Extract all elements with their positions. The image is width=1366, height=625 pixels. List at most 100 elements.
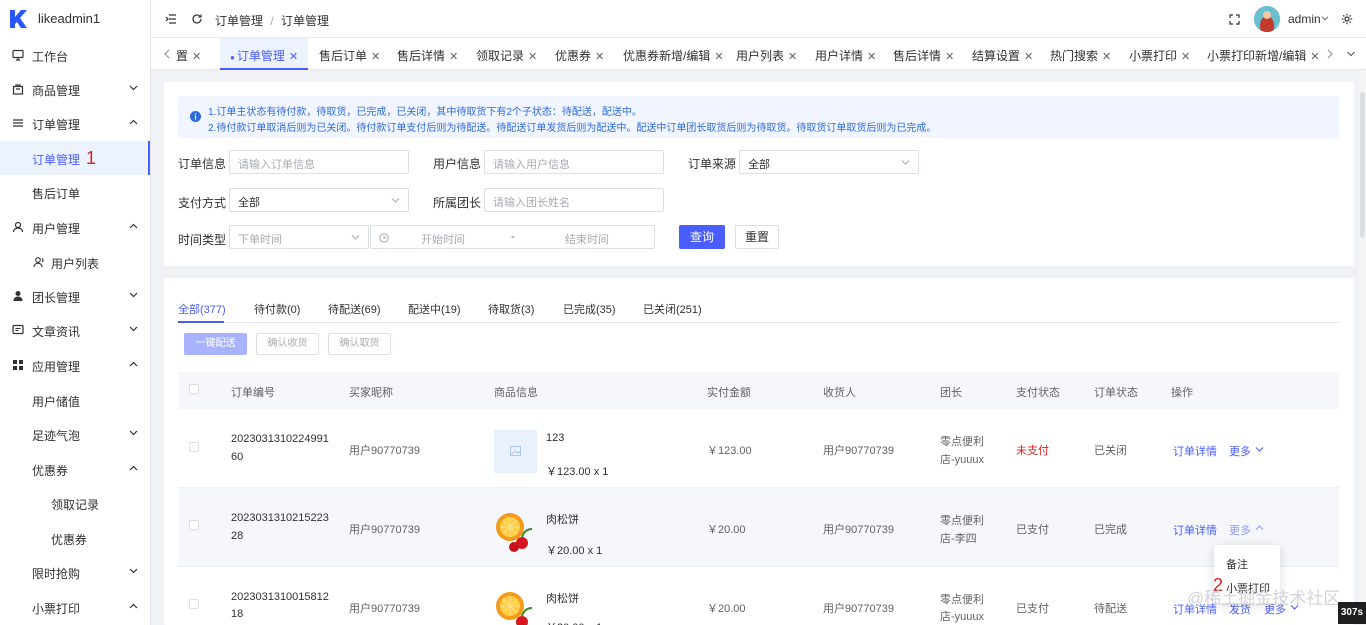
menu-item-remark[interactable]: 备注	[1226, 556, 1248, 572]
sidebar-item-coupons[interactable]: 优惠券	[0, 452, 150, 486]
settings-gear-icon[interactable]	[1341, 13, 1353, 25]
status-tab-unpaid[interactable]: 待付款(0)	[254, 301, 300, 317]
query-button[interactable]: 查询	[679, 225, 725, 249]
sidebar-item-label: 文章资讯	[32, 325, 81, 339]
user-info-input[interactable]: 请输入用户信息	[484, 150, 664, 174]
pay-method-select[interactable]: 全部	[229, 188, 409, 212]
sidebar-item-users[interactable]: 用户管理	[0, 210, 150, 244]
fullscreen-icon[interactable]	[1229, 14, 1240, 25]
close-icon[interactable]: ✕	[1181, 50, 1190, 63]
sidebar-item-orders[interactable]: 订单管理	[0, 106, 150, 140]
status-tab-delivering[interactable]: 配送中(19)	[408, 301, 461, 317]
monitor-icon	[12, 49, 24, 61]
tab-hot-search[interactable]: 热门搜索 ✕	[1050, 38, 1111, 70]
sidebar-item-leaders[interactable]: 团长管理	[0, 279, 150, 313]
confirm-receipt-button[interactable]: 确认收货	[256, 333, 319, 355]
collapse-menu-icon[interactable]	[165, 13, 177, 25]
close-icon[interactable]: ✕	[714, 50, 723, 63]
close-icon[interactable]: ✕	[945, 50, 954, 63]
leader: 零点便利	[940, 436, 984, 448]
sidebar-item-products[interactable]: 商品管理	[0, 72, 150, 106]
close-icon[interactable]: ✕	[1024, 50, 1033, 63]
avatar[interactable]	[1254, 6, 1280, 32]
logo[interactable]: likeadmin1	[0, 0, 150, 38]
sidebar-item-apps[interactable]: 应用管理	[0, 348, 150, 382]
leader-input[interactable]: 请输入团长姓名	[484, 188, 664, 212]
sidebar-item-footprint[interactable]: 足迹气泡	[0, 417, 150, 451]
sidebar-item-user-list[interactable]: 用户列表	[0, 245, 150, 279]
scrollbar-thumb[interactable]	[1360, 92, 1365, 238]
close-icon[interactable]: ✕	[867, 50, 876, 63]
chevron-down-icon[interactable]	[1346, 51, 1356, 57]
tab-coupon-edit[interactable]: 优惠券新增/编辑 ✕	[623, 38, 724, 70]
sidebar-item-flash-sale[interactable]: 限时抢购	[0, 555, 150, 589]
sidebar-item-coupon-list[interactable]: 优惠券	[0, 521, 150, 555]
confirm-pickup-button[interactable]: 确认取货	[328, 333, 391, 355]
close-icon[interactable]: ✕	[289, 50, 298, 63]
close-icon[interactable]: ✕	[449, 50, 458, 63]
tab-receipt-print[interactable]: 小票打印 ✕	[1129, 38, 1190, 70]
sidebar-item-user-balance[interactable]: 用户储值	[0, 383, 150, 417]
close-icon[interactable]: ✕	[788, 50, 797, 63]
sidebar-item-label: 应用管理	[32, 360, 81, 374]
username[interactable]: admin	[1288, 12, 1321, 26]
date-range-picker[interactable]: 开始时间 - 结束时间	[370, 225, 655, 249]
tab-receipt-print-edit[interactable]: 小票打印新增/编辑 ✕	[1207, 38, 1320, 70]
sidebar-item-claim-records[interactable]: 领取记录	[0, 486, 150, 520]
order-info-input[interactable]: 请输入订单信息	[229, 150, 409, 174]
tab-coupons[interactable]: 优惠券 ✕	[555, 38, 604, 70]
tab-user-list[interactable]: 用户列表 ✕	[736, 38, 797, 70]
order-detail-link[interactable]: 订单详情	[1173, 443, 1217, 459]
status-tab-to-deliver[interactable]: 待配送(69)	[328, 301, 381, 317]
status-tab-completed[interactable]: 已完成(35)	[563, 301, 616, 317]
more-dropdown[interactable]: 更多	[1229, 522, 1251, 538]
close-icon[interactable]: ✕	[528, 50, 537, 63]
tab-settings[interactable]: 设置✕	[176, 38, 216, 70]
close-icon[interactable]: ✕	[595, 50, 604, 63]
order-source-select[interactable]: 全部	[739, 150, 919, 174]
select-value: 全部	[748, 159, 770, 171]
tab-settlement-settings[interactable]: 结算设置 ✕	[972, 38, 1033, 70]
close-icon[interactable]: ✕	[192, 50, 201, 63]
row-checkbox[interactable]	[189, 599, 199, 609]
end-date[interactable]: 结束时间	[565, 231, 609, 247]
sidebar-item-dashboard[interactable]: 工作台	[0, 38, 150, 72]
sidebar-item-order-management[interactable]: 订单管理	[0, 141, 150, 175]
tab-label: 售后订单	[319, 49, 368, 63]
row-checkbox[interactable]	[189, 442, 199, 452]
status-tab-closed[interactable]: 已关闭(251)	[643, 301, 702, 317]
time-type-select[interactable]: 下单时间	[229, 225, 369, 249]
tab-label: 设置	[176, 49, 189, 63]
tab-after-sales-detail-2[interactable]: 售后详情 ✕	[893, 38, 954, 70]
chevron-up-icon	[129, 465, 138, 471]
sidebar-item-receipt-print[interactable]: 小票打印	[0, 590, 150, 624]
tab-after-sales-detail[interactable]: 售后详情 ✕	[397, 38, 458, 70]
pay-status: 已支付	[1016, 603, 1049, 615]
breadcrumb-item[interactable]: 订单管理	[215, 14, 263, 28]
more-dropdown[interactable]: 更多	[1229, 443, 1251, 459]
start-date[interactable]: 开始时间	[421, 231, 465, 247]
chevron-down-icon[interactable]	[1321, 16, 1329, 21]
tab-claim-records[interactable]: 领取记录 ✕	[476, 38, 537, 70]
order-info-label: 订单信息	[178, 157, 227, 171]
sidebar-item-articles[interactable]: 文章资讯	[0, 313, 150, 347]
reset-button[interactable]: 重置	[735, 225, 779, 249]
sidebar-item-label: 订单管理	[32, 118, 81, 132]
sidebar-item-after-sales[interactable]: 售后订单	[0, 175, 150, 209]
tab-order-management[interactable]: ● 订单管理 ✕	[220, 38, 309, 70]
tab-user-detail[interactable]: 用户详情 ✕	[815, 38, 876, 70]
select-all-checkbox[interactable]	[189, 384, 199, 394]
batch-deliver-button[interactable]: 一键配送	[184, 333, 247, 355]
chevron-right-icon[interactable]	[1327, 49, 1333, 59]
tab-after-sales-orders[interactable]: 售后订单 ✕	[319, 38, 380, 70]
row-checkbox[interactable]	[189, 520, 199, 530]
close-icon[interactable]: ✕	[1310, 50, 1319, 63]
status-tab-all[interactable]: 全部(377)	[178, 301, 226, 317]
close-icon[interactable]: ✕	[371, 50, 380, 63]
close-icon[interactable]: ✕	[1102, 50, 1111, 63]
status-tab-to-pickup[interactable]: 待取货(3)	[488, 301, 534, 317]
order-detail-link[interactable]: 订单详情	[1173, 522, 1217, 538]
chevron-left-icon[interactable]	[164, 49, 170, 59]
refresh-icon[interactable]	[191, 13, 203, 25]
sidebar-item-label: 售后订单	[32, 187, 81, 201]
